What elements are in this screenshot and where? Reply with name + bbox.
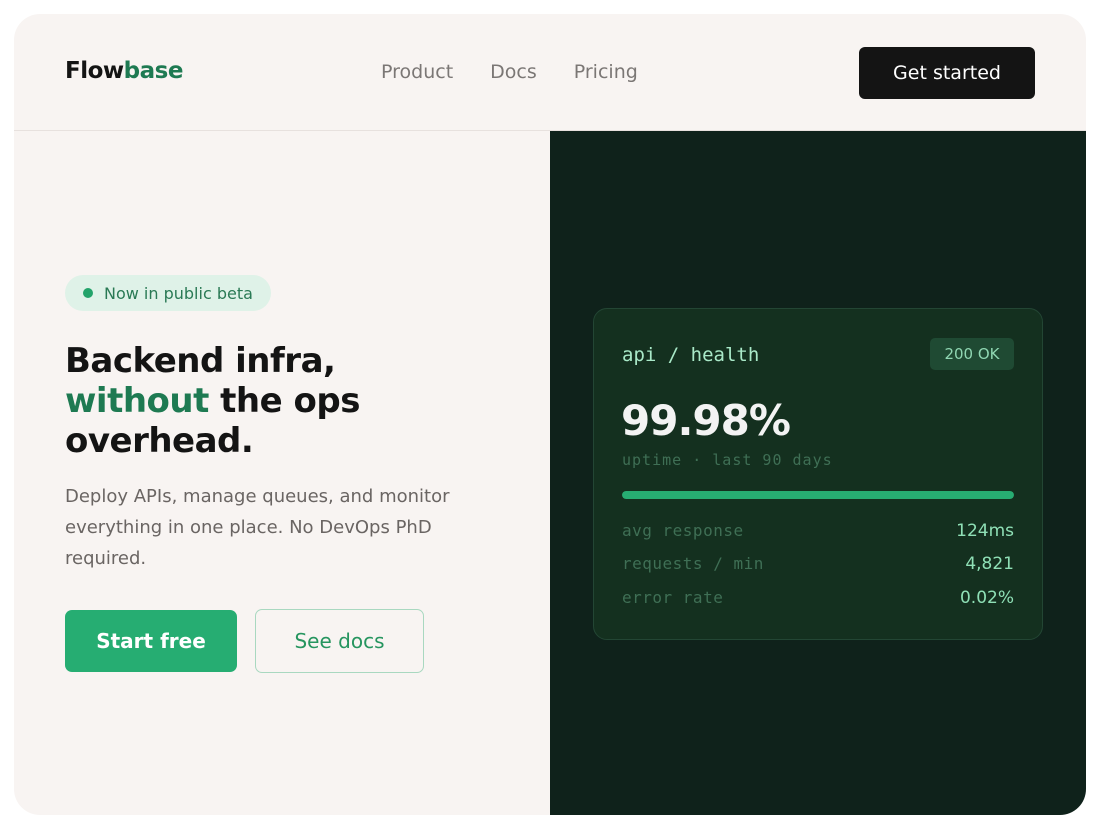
- brand-name-part2: base: [123, 58, 184, 84]
- beta-badge-label: Now in public beta: [104, 283, 253, 303]
- nav-docs-link[interactable]: Docs: [490, 61, 537, 83]
- site-header: Flowbase Product Docs Pricing Get starte…: [14, 14, 1086, 131]
- stat-row-error-rate: error rate 0.02%: [622, 588, 1014, 608]
- nav-product-link[interactable]: Product: [381, 61, 453, 83]
- hero-subtext: Deploy APIs, manage queues, and monitor …: [65, 486, 450, 569]
- headline-line3: overhead.: [65, 421, 254, 461]
- health-card: api / health 200 OK 99.98% uptime · last…: [593, 308, 1043, 640]
- status-dot-icon: [83, 288, 93, 298]
- page-frame: Flowbase Product Docs Pricing Get starte…: [14, 14, 1086, 815]
- uptime-progress-bar: [622, 491, 1014, 499]
- headline-highlight: without: [65, 381, 209, 421]
- headline-line2-rest: the ops: [208, 381, 360, 421]
- see-docs-button[interactable]: See docs: [255, 609, 424, 673]
- stat-label: error rate: [622, 588, 724, 607]
- stat-label: avg response: [622, 521, 744, 540]
- stat-value: 0.02%: [959, 588, 1014, 608]
- uptime-progress-fill: [622, 491, 1014, 499]
- brand-logo[interactable]: Flowbase: [65, 58, 183, 84]
- stat-row-avg-response: avg response 124ms: [622, 521, 1014, 541]
- beta-badge: Now in public beta: [65, 275, 271, 311]
- hero-headline: Backend infra, without the ops overhead.: [65, 341, 505, 461]
- nav-pricing-link[interactable]: Pricing: [574, 61, 638, 83]
- stat-label: requests / min: [622, 554, 764, 573]
- headline-line1: Backend infra,: [65, 341, 336, 381]
- start-free-button[interactable]: Start free: [65, 610, 237, 672]
- endpoint-title: api / health: [622, 344, 760, 366]
- get-started-button[interactable]: Get started: [859, 47, 1035, 99]
- uptime-caption: uptime · last 90 days: [622, 451, 833, 469]
- status-badge: 200 OK: [930, 338, 1014, 370]
- stat-row-requests: requests / min 4,821: [622, 554, 1014, 574]
- stat-value: 124ms: [956, 521, 1014, 541]
- brand-name-part1: Flow: [65, 58, 124, 84]
- uptime-value: 99.98%: [621, 396, 791, 445]
- stat-value: 4,821: [965, 554, 1014, 574]
- preview-panel: api / health 200 OK 99.98% uptime · last…: [550, 131, 1086, 815]
- main-nav: Product Docs Pricing: [381, 61, 638, 83]
